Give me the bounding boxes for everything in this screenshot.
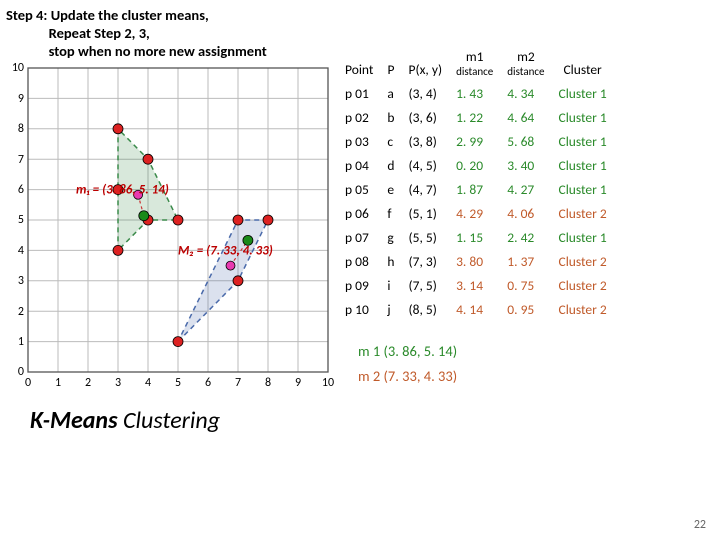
table-row: p 06f(5, 1)4. 294. 06Cluster 2 (338, 201, 614, 225)
title-rest: Clustering (118, 406, 221, 435)
svg-text:M₂ = (7. 33, 4. 33): M₂ = (7. 33, 4. 33) (178, 244, 273, 259)
table-row: p 03c(3, 8)2. 995. 68Cluster 1 (338, 129, 614, 153)
table-row: p 02b(3, 6)1. 224. 64Cluster 1 (338, 105, 614, 129)
th-point: Point (338, 44, 380, 81)
th-p: P (380, 44, 401, 81)
distance-table: Point P P(x, y) m1distance m2distance Cl… (338, 44, 614, 321)
th-m2: m2distance (500, 44, 551, 81)
table-row: p 05e(4, 7)1. 874. 27Cluster 1 (338, 177, 614, 201)
centroid-m1: m 1 (3. 86, 5. 14) (358, 339, 614, 364)
title-bold: K-Means (30, 406, 118, 435)
page-title: K-Means Clustering (30, 406, 334, 435)
table-row: p 07g(5, 5)1. 152. 42Cluster 1 (338, 225, 614, 249)
page-number: 22 (694, 518, 706, 532)
table-row: p 09i(7, 5)3. 140. 75Cluster 2 (338, 273, 614, 297)
chart-svg: m₁ = (3. 86, 5. 14) M₂ = (7. 33, 4. 33) (4, 62, 334, 392)
chart-column: m₁ = (3. 86, 5. 14)M₂ = (7. 33, 4. 33) 0… (4, 62, 334, 435)
th-cluster: Cluster (552, 44, 614, 81)
table-row: p 10j(8, 5)4. 140. 95Cluster 2 (338, 297, 614, 321)
table-row: p 08h(7, 3)3. 801. 37Cluster 2 (338, 249, 614, 273)
th-m1: m1distance (449, 44, 500, 81)
centroid-summary: m 1 (3. 86, 5. 14) m 2 (7. 33, 4. 33) (358, 339, 614, 388)
svg-text:m₁ = (3. 86, 5. 14): m₁ = (3. 86, 5. 14) (76, 183, 169, 198)
table-column: Point P P(x, y) m1distance m2distance Cl… (338, 62, 614, 388)
scatter-chart: m₁ = (3. 86, 5. 14)M₂ = (7. 33, 4. 33) 0… (4, 62, 334, 392)
th-pxy: P(x, y) (402, 44, 450, 81)
table-row: p 01a(3, 4)1. 434. 34Cluster 1 (338, 81, 614, 105)
centroid-m2: m 2 (7. 33, 4. 33) (358, 364, 614, 389)
table-row: p 04d(4, 5)0. 203. 40Cluster 1 (338, 153, 614, 177)
